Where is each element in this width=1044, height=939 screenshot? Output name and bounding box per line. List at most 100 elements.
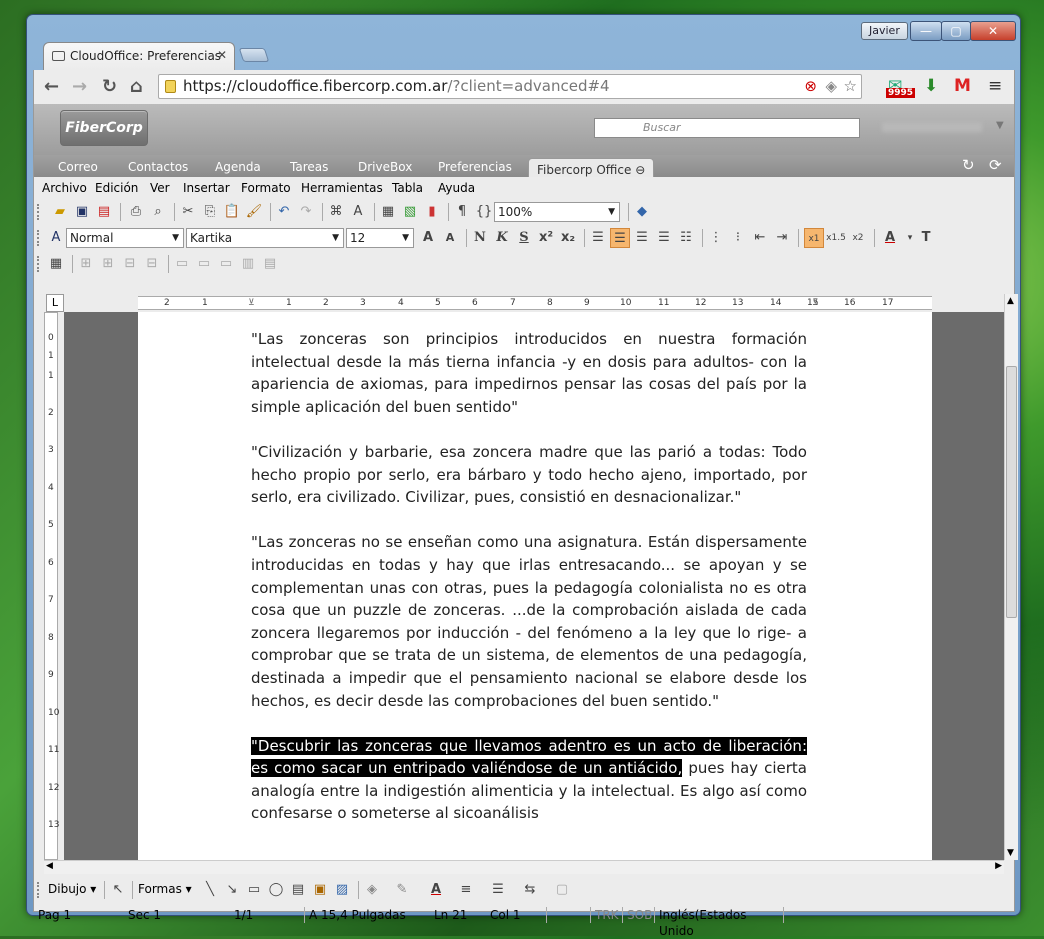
bullet-list-icon[interactable]: ⁝ (728, 228, 748, 248)
text-color-icon[interactable]: A (426, 880, 446, 900)
forward-icon[interactable]: → (72, 76, 87, 97)
insert-table-icon[interactable]: ▦ (378, 202, 398, 222)
grow-font-icon[interactable]: A (418, 228, 438, 248)
menu-ver[interactable]: Ver (150, 177, 170, 199)
tab-close-icon[interactable]: ✕ (217, 48, 227, 62)
format-paintbrush-icon[interactable]: 🖌 (244, 202, 264, 222)
insert-image-icon[interactable]: ▧ (400, 202, 420, 222)
scrollbar-thumb[interactable] (1006, 366, 1017, 618)
open-icon[interactable]: ▰ (50, 202, 70, 222)
menu-tabla[interactable]: Tabla (392, 177, 423, 199)
close-button[interactable]: ✕ (970, 21, 1016, 41)
line-spacing-15-icon[interactable]: x1.5 (826, 228, 846, 248)
align-right-icon[interactable]: ☰ (654, 228, 674, 248)
justify-icon[interactable]: ☷ (676, 228, 696, 248)
user-menu-chevron-icon[interactable]: ▼ (996, 120, 1004, 131)
line-icon[interactable]: ╲ (200, 880, 220, 900)
home-icon[interactable]: ⌂ (130, 76, 143, 97)
print-preview-icon[interactable]: ⌕ (148, 202, 168, 222)
tab-stop-selector[interactable]: L (46, 294, 64, 312)
bold-button[interactable]: N (470, 228, 490, 248)
paragraph[interactable]: "Las zonceras son principios introducido… (251, 328, 807, 418)
clipart-icon[interactable]: ▣ (310, 880, 330, 900)
sync-icon[interactable]: ⟳ (989, 156, 1002, 174)
insert-book-icon[interactable]: ▮ (422, 202, 442, 222)
blocked-icon[interactable]: ⊗ (804, 75, 817, 98)
shapes-menu[interactable]: Formas ▾ (138, 882, 192, 896)
find-icon[interactable]: ⌘ (326, 202, 346, 222)
horizontal-ruler[interactable]: 2 1 1 2 3 4 5 6 7 8 9 10 11 12 13 14 15 … (138, 296, 932, 310)
tab-correo[interactable]: Correo (58, 160, 98, 174)
menu-herramientas[interactable]: Herramientas (301, 177, 383, 199)
left-indent-marker[interactable]: ⊻ (248, 297, 255, 310)
user-name-blurred[interactable] (882, 122, 982, 132)
shrink-font-icon[interactable]: A (440, 228, 460, 248)
bookmark-star-icon[interactable]: ☆ (844, 75, 857, 98)
font-size-select[interactable]: 12 ▼ (346, 228, 414, 248)
menu-icon[interactable]: ≡ (988, 76, 1002, 96)
vertical-scrollbar[interactable]: ▲ ▼ (1004, 294, 1018, 860)
menu-formato[interactable]: Formato (241, 177, 291, 199)
rectangle-icon[interactable]: ▭ (244, 880, 264, 900)
right-indent-marker[interactable]: ⊻ (812, 297, 819, 310)
search-input[interactable]: Buscar (594, 118, 860, 138)
tab-preferencias[interactable]: Preferencias (438, 160, 512, 174)
paragraph[interactable]: "Las zonceras no se enseñan como una asi… (251, 531, 807, 712)
extension-icon[interactable]: ◈ (825, 75, 837, 98)
fill-color-icon[interactable]: ◈ (362, 880, 382, 900)
scroll-up-icon[interactable]: ▲ (1007, 296, 1014, 306)
browser-tab[interactable]: CloudOffice: Preferencias ✕ (43, 42, 235, 70)
scroll-right-icon[interactable]: ▶ (995, 861, 1002, 871)
tab-agenda[interactable]: Agenda (215, 160, 261, 174)
paragraph-style-select[interactable]: Normal ▼ (66, 228, 184, 248)
tab-tareas[interactable]: Tareas (290, 160, 328, 174)
help-icon[interactable]: ◆ (632, 202, 652, 222)
select-pointer-icon[interactable]: ↖ (108, 880, 128, 900)
styles-icon[interactable]: A (46, 228, 66, 248)
font-color-icon[interactable]: A (880, 228, 900, 248)
status-sob[interactable]: SOB (622, 907, 654, 923)
horizontal-scrollbar[interactable]: ◀ ▶ (44, 860, 1004, 874)
line-style-icon[interactable]: ≡ (456, 880, 476, 900)
line-spacing-2-icon[interactable]: x2 (848, 228, 868, 248)
tab-contactos[interactable]: Contactos (128, 160, 188, 174)
arrow-style-icon[interactable]: ⇆ (520, 880, 540, 900)
italic-button[interactable]: K (492, 228, 512, 248)
address-bar[interactable]: https://cloudoffice.fibercorp.com.ar/?cl… (158, 74, 862, 99)
back-icon[interactable]: ← (44, 76, 59, 97)
gmail-icon[interactable]: M (954, 76, 971, 96)
align-justify-left-icon[interactable]: ☰ (610, 228, 630, 248)
formatting-marks-icon[interactable]: ¶ (452, 202, 472, 222)
line-spacing-1-icon[interactable]: x1 (804, 228, 824, 248)
tab-drivebox[interactable]: DriveBox (358, 160, 412, 174)
table-icon[interactable]: ▦ (46, 254, 66, 274)
maximize-button[interactable]: ▢ (941, 21, 971, 41)
superscript-icon[interactable]: x² (536, 228, 556, 248)
status-trk[interactable]: TRK (590, 907, 620, 923)
paste-icon[interactable]: 📋 (222, 202, 242, 222)
zoom-select[interactable]: 100% ▼ (494, 202, 620, 222)
subscript-icon[interactable]: x₂ (558, 228, 578, 248)
paragraph[interactable]: "Descubrir las zonceras que llevamos ade… (251, 735, 807, 825)
menu-insertar[interactable]: Insertar (183, 177, 230, 199)
decrease-indent-icon[interactable]: ⇤ (750, 228, 770, 248)
underline-button[interactable]: S (514, 228, 534, 248)
align-left-icon[interactable]: ☰ (588, 228, 608, 248)
new-tab-button[interactable] (238, 48, 270, 62)
scroll-down-icon[interactable]: ▼ (1007, 848, 1014, 858)
find-replace-icon[interactable]: A (348, 202, 368, 222)
textbox-icon[interactable]: ▤ (288, 880, 308, 900)
picture-icon[interactable]: ▨ (332, 880, 352, 900)
draw-menu[interactable]: Dibujo ▾ (48, 882, 96, 896)
minimize-button[interactable]: — (910, 21, 942, 41)
cut-icon[interactable]: ✂ (178, 202, 198, 222)
arrow-icon[interactable]: ↘ (222, 880, 242, 900)
fields-icon[interactable]: {} (474, 202, 494, 222)
pdf-icon[interactable]: ▤ (94, 202, 114, 222)
scroll-left-icon[interactable]: ◀ (46, 861, 53, 871)
document-page[interactable]: "Las zonceras son principios introducido… (138, 312, 932, 860)
menu-ayuda[interactable]: Ayuda (438, 177, 475, 199)
numbered-list-icon[interactable]: ⋮ (706, 228, 726, 248)
document-text[interactable]: "Las zonceras son principios introducido… (251, 328, 807, 848)
menu-edicion[interactable]: Edición (95, 177, 138, 199)
